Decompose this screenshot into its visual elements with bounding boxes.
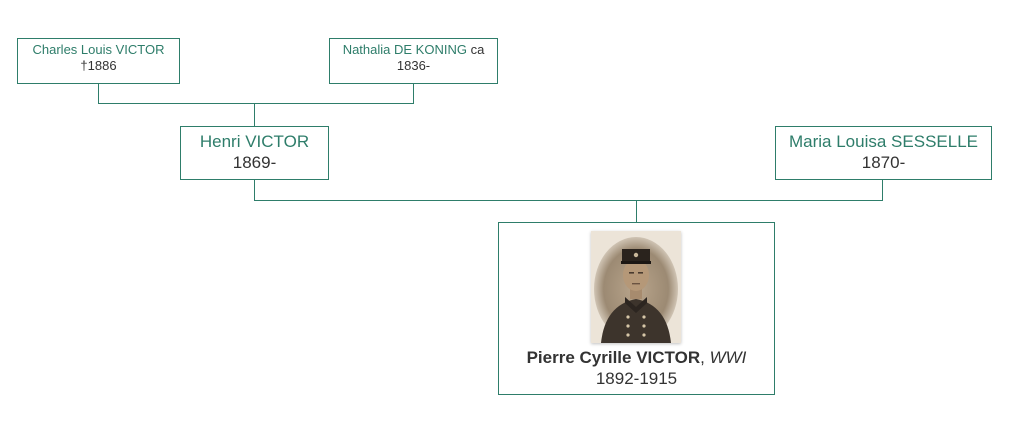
person-dates: 1836- xyxy=(396,58,431,74)
person-name-link[interactable]: Charles Louis VICTOR xyxy=(33,42,165,57)
person-name-suffix: ca xyxy=(466,42,485,57)
person-name-link[interactable]: Nathalia DE KONING xyxy=(343,42,467,57)
person-card-mother: Maria Louisa SESSELLE 1870- xyxy=(775,126,992,180)
person-dates: 1870- xyxy=(861,153,906,173)
portrait-photo[interactable] xyxy=(591,231,681,343)
person-card-paternal-grandmother: Nathalia DE KONING ca 1836- xyxy=(329,38,498,84)
person-dates: 1892-1915 xyxy=(595,369,678,389)
subject-text: Pierre Cyrille VICTOR, WWI 1892-1915 xyxy=(499,347,774,390)
person-card-paternal-grandfather: Charles Louis VICTOR †1886 xyxy=(17,38,180,84)
parents-couple-line xyxy=(254,200,883,201)
grandparents-left-drop xyxy=(98,84,99,104)
person-card-father: Henri VICTOR 1869- xyxy=(180,126,329,180)
parents-to-child-line xyxy=(636,200,637,222)
grandparents-couple-line xyxy=(98,103,414,104)
person-dates: †1886 xyxy=(80,58,117,74)
person-note: WWI xyxy=(709,348,747,367)
grandparents-to-father-line xyxy=(254,103,255,126)
mother-drop xyxy=(882,180,883,201)
person-dates: 1869- xyxy=(232,153,277,173)
name-separator: , xyxy=(700,348,710,367)
person-name-link[interactable]: Maria Louisa SESSELLE xyxy=(789,132,978,151)
person-card-subject: Pierre Cyrille VICTOR, WWI 1892-1915 xyxy=(498,222,775,395)
father-drop xyxy=(254,180,255,201)
person-name-link[interactable]: Henri VICTOR xyxy=(200,132,309,151)
grandparents-right-drop xyxy=(413,84,414,104)
portrait-image xyxy=(591,231,681,343)
person-name[interactable]: Pierre Cyrille VICTOR xyxy=(527,348,701,367)
